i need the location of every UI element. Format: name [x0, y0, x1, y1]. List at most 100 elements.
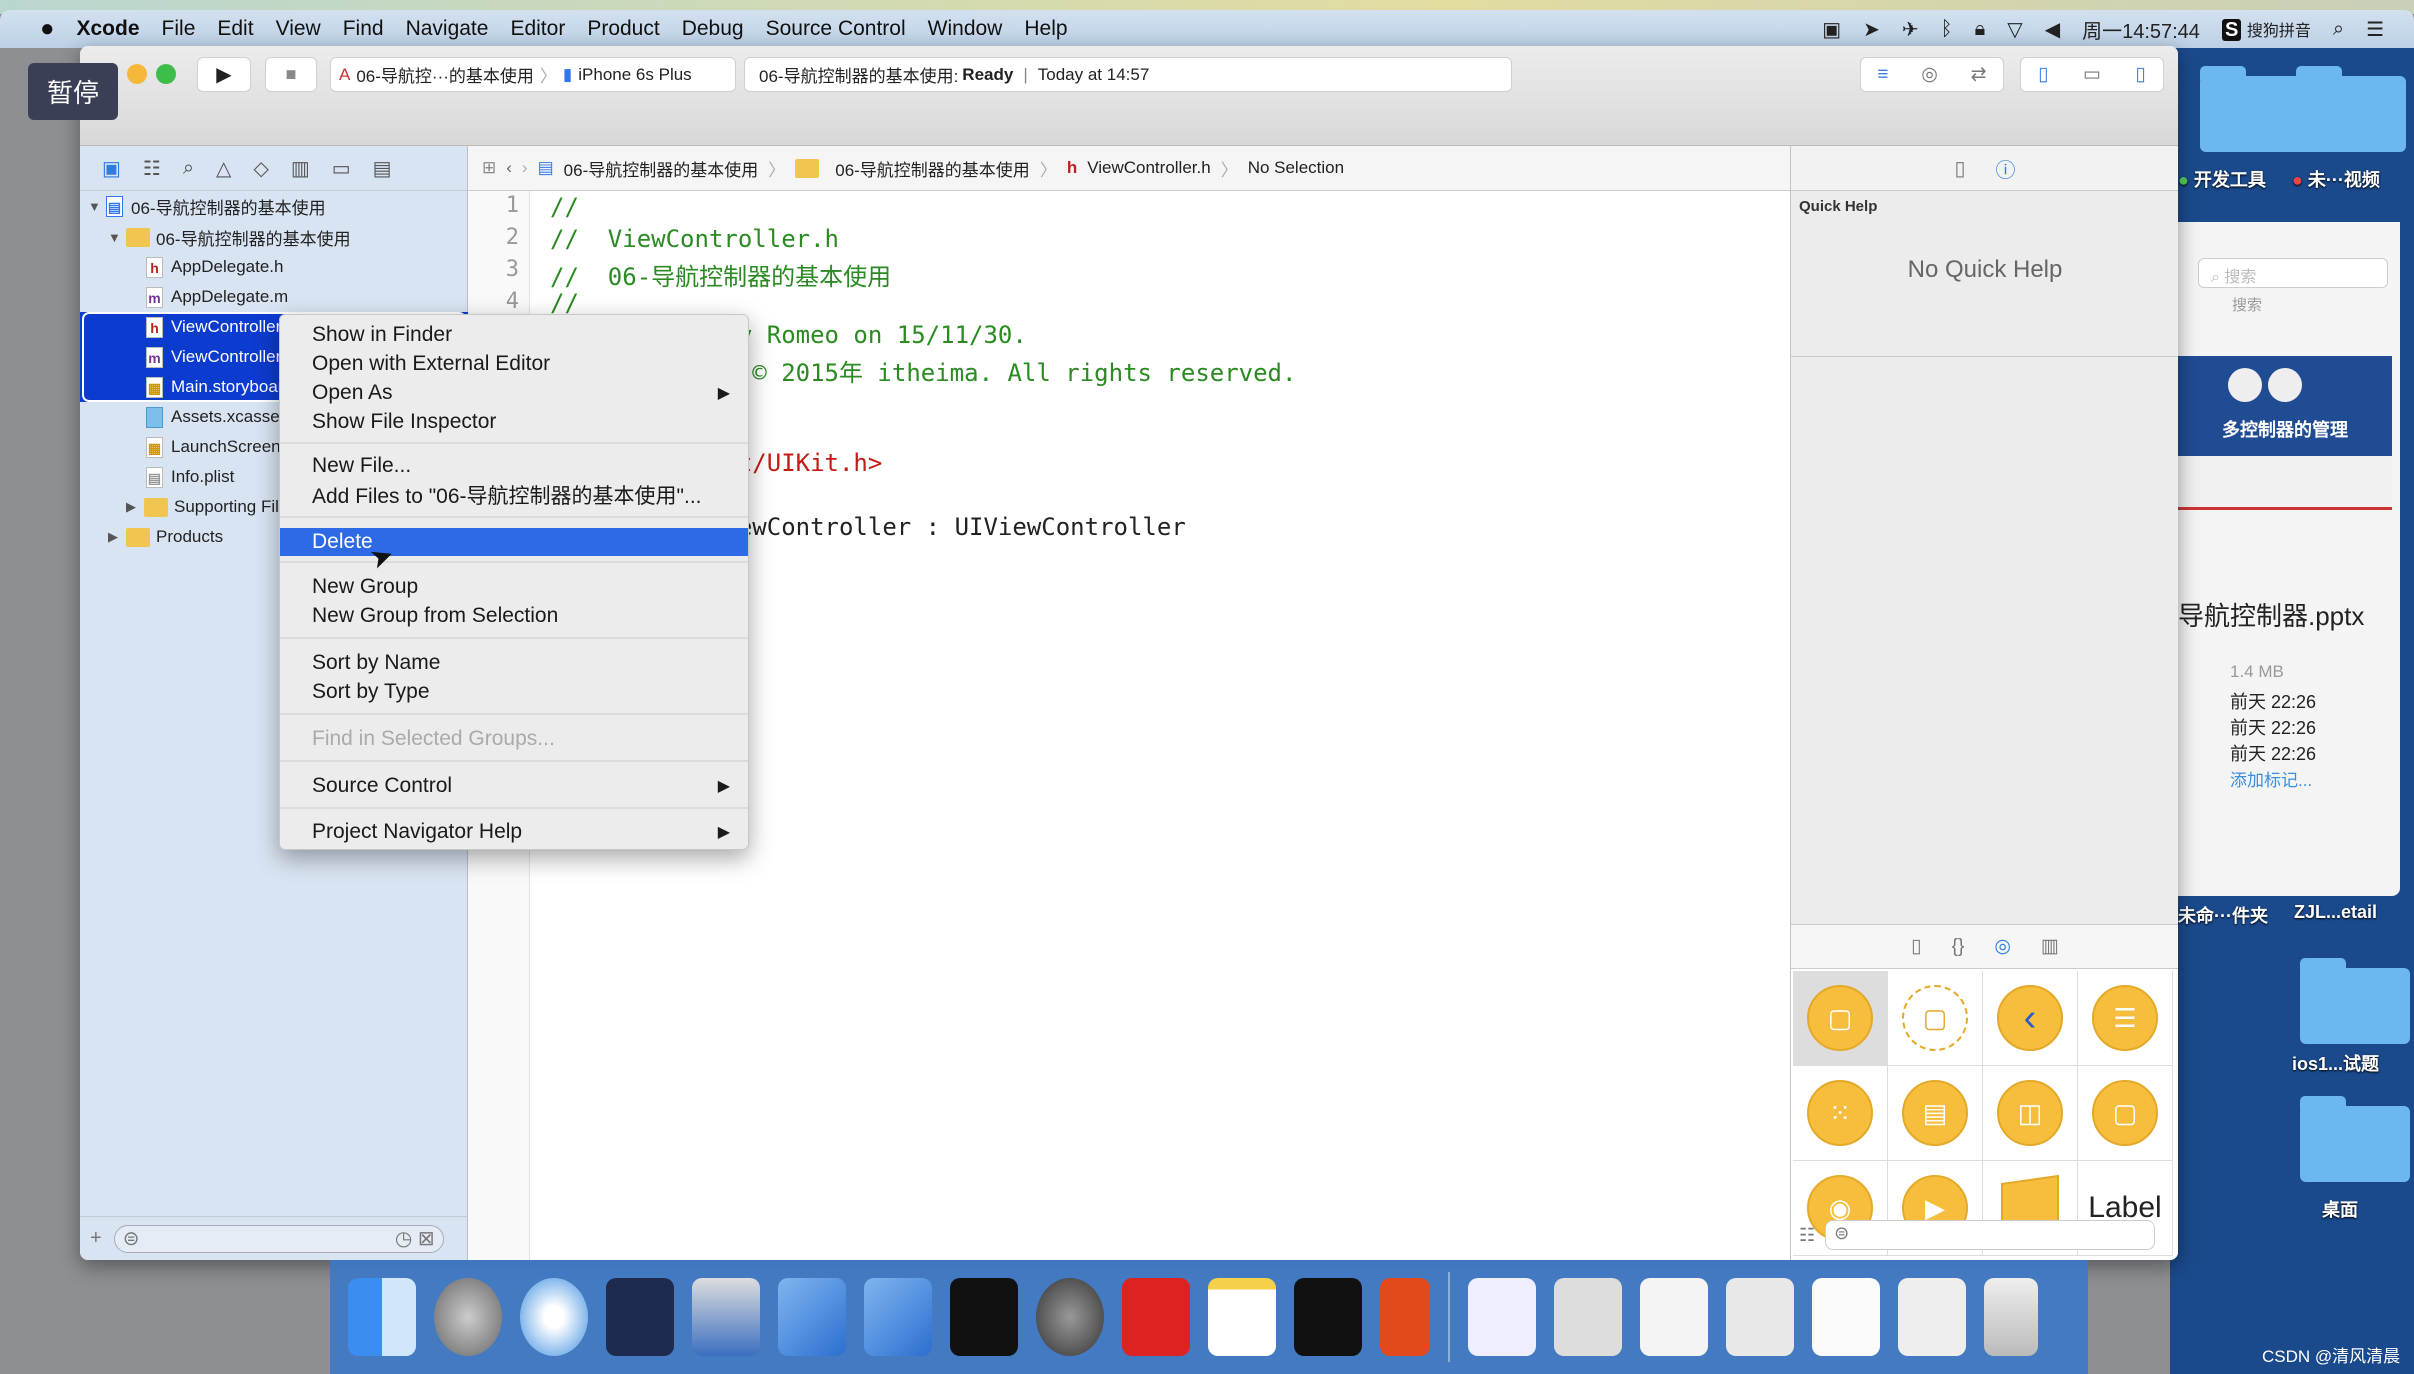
volume-icon[interactable]: ◀	[2045, 17, 2060, 42]
folder-tab-icon[interactable]: ▣	[102, 156, 121, 181]
menu-item-add-files[interactable]: Add Files to "06-导航控制器的基本使用"...	[280, 480, 748, 509]
code-line[interactable]: //	[550, 289, 579, 317]
tag-dev-tools[interactable]: ● 开发工具	[2178, 166, 2266, 192]
terminal-icon[interactable]	[950, 1278, 1018, 1356]
menu-item-sort-by-name[interactable]: Sort by Name	[280, 648, 748, 677]
safari-icon[interactable]	[520, 1278, 588, 1356]
lock-icon[interactable]: 🔒︎	[1975, 18, 1986, 41]
xmind-icon[interactable]	[1122, 1278, 1190, 1356]
pause-badge[interactable]: 暂停	[28, 63, 118, 120]
menu-help[interactable]: Help	[1024, 17, 1067, 41]
debug-tab-icon[interactable]: ▥	[291, 156, 310, 181]
quick-help-icon[interactable]: ⓘ	[1996, 154, 2016, 183]
disclosure-closed-icon[interactable]: ▶	[108, 529, 126, 545]
library-navigation-controller[interactable]: ‹	[1983, 971, 2078, 1066]
menu-item-show-in-finder[interactable]: Show in Finder	[280, 320, 748, 349]
apple-icon[interactable]: ●	[40, 15, 55, 43]
minimized-window-icon[interactable]	[1554, 1278, 1622, 1356]
minimized-window-icon[interactable]	[1640, 1278, 1708, 1356]
menu-file[interactable]: File	[162, 17, 196, 41]
code-line[interactable]: // ViewController.h	[550, 225, 839, 253]
menu-item-open-external-editor[interactable]: Open with External Editor	[280, 349, 748, 378]
menu-item-new-group[interactable]: New Group	[280, 572, 748, 601]
minimized-window-icon[interactable]	[1468, 1278, 1536, 1356]
scheme-selector[interactable]: A 06-导航控···的基本使用 〉 ▮ iPhone 6s Plus	[330, 57, 736, 92]
disclosure-closed-icon[interactable]: ▶	[126, 499, 144, 515]
symbol-tab-icon[interactable]: ☷	[143, 156, 161, 181]
notification-center-icon[interactable]: ☰	[2366, 17, 2384, 42]
menu-find[interactable]: Find	[343, 17, 384, 41]
menu-editor[interactable]: Editor	[510, 17, 565, 41]
search-tab-icon[interactable]: ⌕	[183, 157, 194, 180]
system-preferences-icon[interactable]	[1036, 1278, 1104, 1356]
jump-project[interactable]: 06-导航控制器的基本使用	[564, 156, 759, 181]
library-storyboard-reference[interactable]: ▢	[1888, 971, 1983, 1066]
library-page-view-controller[interactable]: ▢	[2078, 1066, 2173, 1161]
breakpoint-tab-icon[interactable]: ▭	[332, 156, 351, 181]
tree-row-file[interactable]: h AppDelegate.h	[80, 252, 468, 282]
location-icon[interactable]: ➤	[1863, 17, 1880, 42]
desktop-folder-icon[interactable]	[2296, 66, 2406, 152]
menu-item-open-as[interactable]: Open As ▶	[280, 378, 748, 407]
file-template-icon[interactable]: ▯	[1911, 935, 1921, 958]
minimized-window-icon[interactable]	[1812, 1278, 1880, 1356]
menu-window[interactable]: Window	[928, 17, 1003, 41]
menu-item-delete[interactable]: Delete	[280, 528, 748, 556]
jump-symbol[interactable]: No Selection	[1248, 158, 1344, 178]
object-library-icon[interactable]: ◎	[1994, 935, 2011, 958]
mouse-app-icon[interactable]	[606, 1278, 674, 1356]
notes-icon[interactable]	[1208, 1278, 1276, 1356]
menu-item-show-file-inspector[interactable]: Show File Inspector	[280, 407, 748, 436]
tree-row-group[interactable]: ▼ 06-导航控制器的基本使用	[80, 222, 468, 252]
menu-edit[interactable]: Edit	[217, 17, 253, 41]
desktop-folder-label[interactable]: ios1...试题	[2292, 1050, 2379, 1076]
library-filter-input[interactable]: ⊜	[1825, 1220, 2156, 1250]
tree-row-project[interactable]: ▼ ▤ 06-导航控制器的基本使用	[80, 191, 468, 221]
library-table-view-controller[interactable]: ☰	[2078, 971, 2173, 1066]
library-split-view-controller[interactable]: ◫	[1983, 1066, 2078, 1161]
media-library-icon[interactable]: ▥	[2041, 935, 2059, 958]
menu-item-source-control[interactable]: Source Control ▶	[280, 771, 748, 800]
ime-menu[interactable]: S 搜狗拼音	[2221, 17, 2311, 42]
finder-icon[interactable]	[348, 1278, 416, 1356]
desktop-folder-icon[interactable]	[2300, 958, 2410, 1044]
clock[interactable]: 周一14:57:44	[2082, 15, 2200, 44]
back-icon[interactable]: ‹	[506, 158, 512, 178]
zoom-button[interactable]	[156, 64, 176, 84]
library-view-controller[interactable]: ▢	[1793, 971, 1888, 1066]
debug-area-toggle-icon[interactable]: ▭	[2083, 63, 2101, 86]
menu-view[interactable]: View	[276, 17, 321, 41]
standard-editor-icon[interactable]: ≡	[1877, 64, 1888, 86]
minimized-window-icon[interactable]	[1898, 1278, 1966, 1356]
console-icon[interactable]	[1294, 1278, 1362, 1356]
screen-record-icon[interactable]: ▣	[1822, 17, 1841, 42]
jump-file[interactable]: ViewController.h	[1087, 158, 1210, 178]
forward-icon[interactable]: ›	[522, 158, 528, 178]
code-line[interactable]: //	[550, 193, 579, 221]
code-snippet-icon[interactable]: {}	[1952, 936, 1965, 958]
filter-input[interactable]: ⊜ ◷ ⊠	[113, 1224, 444, 1253]
library-collection-view-controller[interactable]: ⁙	[1793, 1066, 1888, 1161]
trash-icon[interactable]	[1984, 1278, 2038, 1356]
add-tag-link[interactable]: 添加标记...	[2230, 766, 2312, 791]
library-tab-bar-controller[interactable]: ▤	[1888, 1066, 1983, 1161]
version-editor-icon[interactable]: ⇄	[1971, 63, 1987, 86]
desktop-folder-icon[interactable]	[2300, 1096, 2410, 1182]
add-icon[interactable]: +	[90, 1227, 102, 1250]
minimized-window-icon[interactable]	[1726, 1278, 1794, 1356]
list-view-icon[interactable]: ☷	[1799, 1225, 1815, 1246]
plane-icon[interactable]: ✈	[1902, 17, 1919, 42]
desktop-folder-icon[interactable]	[2200, 66, 2310, 152]
imovie-icon[interactable]	[692, 1278, 760, 1356]
tag-video[interactable]: ● 未···视频	[2292, 166, 2380, 192]
menu-item-new-file[interactable]: New File...	[280, 451, 748, 480]
utilities-toggle-icon[interactable]: ▯	[2135, 63, 2145, 86]
run-button[interactable]: ▶	[197, 57, 251, 92]
menu-source-control[interactable]: Source Control	[766, 17, 906, 41]
instruments-icon[interactable]	[864, 1278, 932, 1356]
desktop-folder-label[interactable]: 桌面	[2322, 1196, 2358, 1222]
related-items-icon[interactable]: ⊞	[482, 158, 496, 178]
recent-files-icon[interactable]: ◷ ⊠	[395, 1226, 435, 1251]
menu-debug[interactable]: Debug	[682, 17, 744, 41]
desktop-folder-label[interactable]: 未命···件夹	[2178, 902, 2268, 928]
